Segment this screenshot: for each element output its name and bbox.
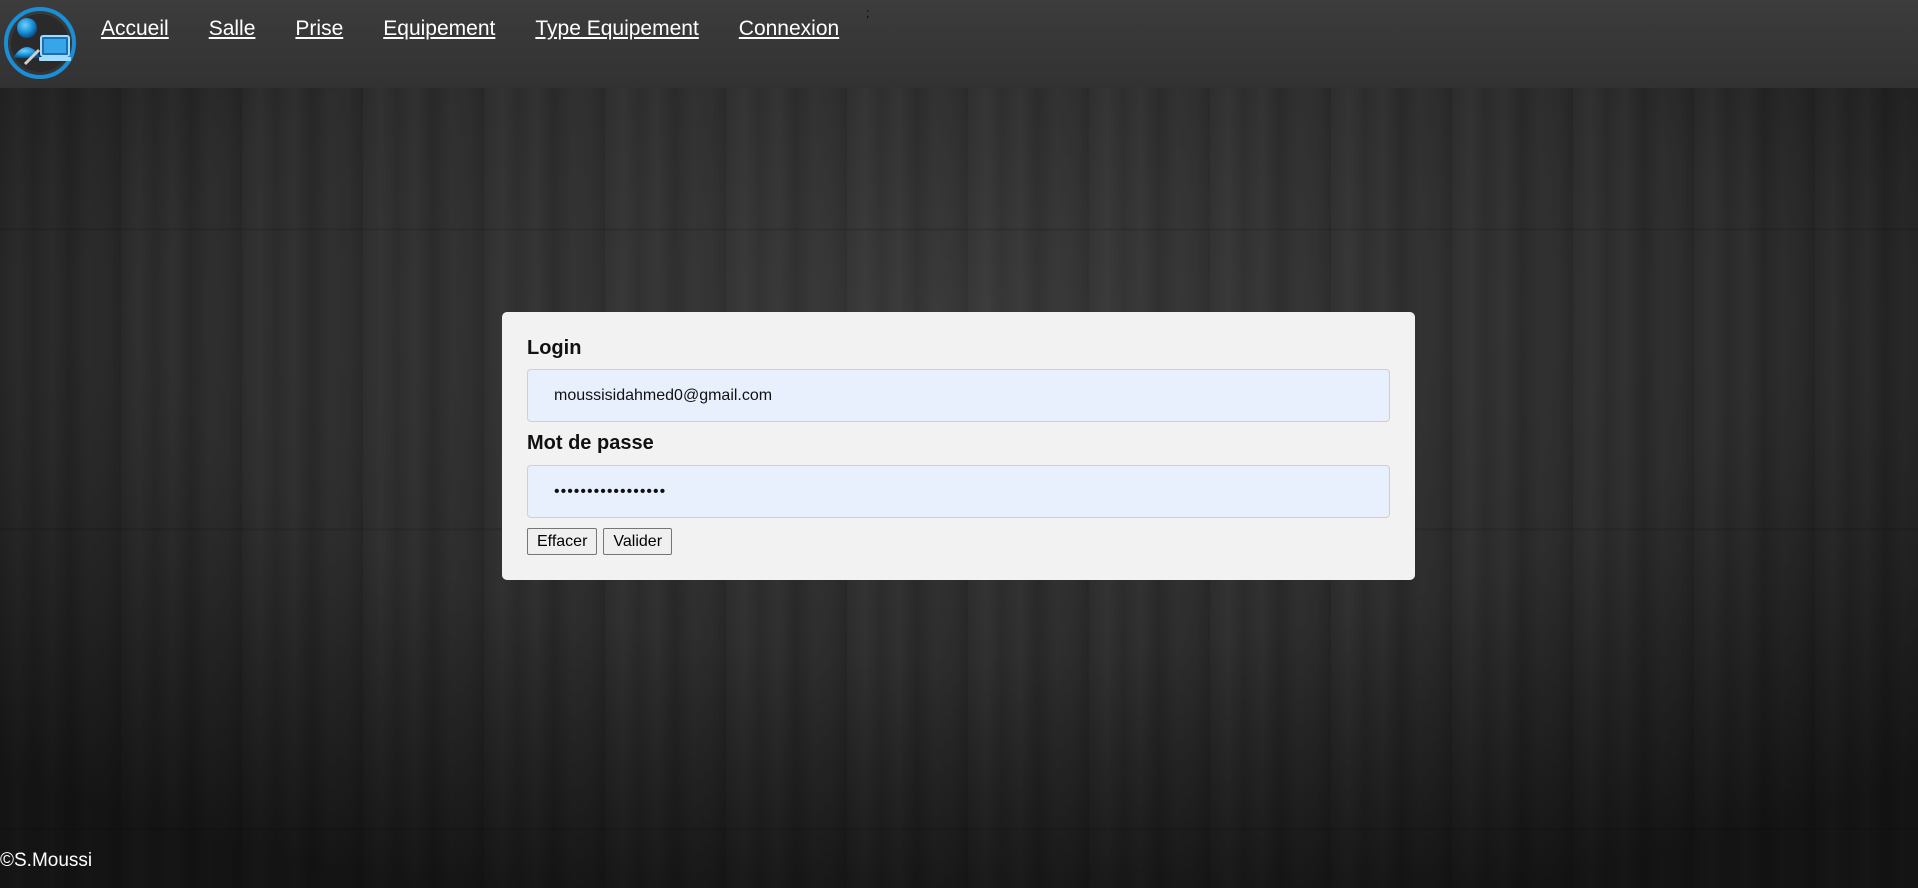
password-label: Mot de passe <box>527 432 654 454</box>
main-nav: Accueil Salle Prise Equipement Type Equi… <box>101 17 839 41</box>
nav-link-type-equipement[interactable]: Type Equipement <box>535 17 698 41</box>
stray-mark: ; <box>866 6 870 20</box>
login-label: Login <box>527 337 582 359</box>
footer-copyright: ©S.Moussi <box>0 850 93 871</box>
nav-link-salle[interactable]: Salle <box>209 17 256 41</box>
login-form: Login Mot de passe Effacer Valider <box>502 312 1415 580</box>
clear-button[interactable]: Effacer <box>527 528 598 555</box>
submit-button[interactable]: Valider <box>603 528 673 555</box>
password-input[interactable] <box>527 465 1390 518</box>
nav-link-accueil[interactable]: Accueil <box>101 17 169 41</box>
form-buttons: Effacer Valider <box>527 528 673 555</box>
nav-link-connexion[interactable]: Connexion <box>739 17 839 41</box>
nav-link-prise[interactable]: Prise <box>295 17 343 41</box>
logo-icon[interactable] <box>3 6 77 80</box>
navbar: Accueil Salle Prise Equipement Type Equi… <box>0 0 1918 88</box>
nav-link-equipement[interactable]: Equipement <box>383 17 495 41</box>
login-input[interactable] <box>527 369 1390 422</box>
